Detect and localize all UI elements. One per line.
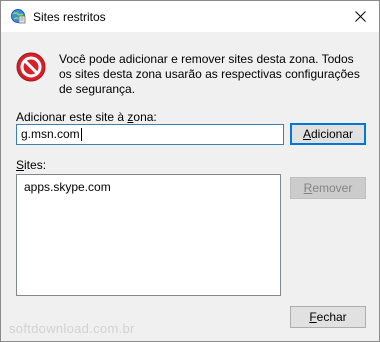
text-caret [80,128,82,142]
sites-label: Sites: [16,158,47,172]
restricted-zone-icon [16,52,46,82]
title-bar: Sites restritos [1,1,379,32]
zone-info-text: Você pode adicionar e remover sites dest… [59,52,360,96]
window-title: Sites restritos [33,10,106,24]
add-site-value: g.msn.com [21,127,80,141]
remove-button[interactable]: Remover [290,177,366,199]
close-window-button[interactable] [349,6,371,26]
close-button[interactable]: Fechar [290,306,366,328]
add-button[interactable]: Adicionar [290,123,366,145]
sites-listbox[interactable]: apps.skype.com [16,174,281,296]
add-site-input[interactable]: g.msn.com [16,124,284,145]
restricted-sites-dialog: Sites restritos Você pode adicionar e re… [0,0,380,342]
dialog-content: Você pode adicionar e remover sites dest… [1,32,379,341]
close-icon [354,10,366,22]
internet-options-icon [11,9,26,24]
watermark: softdownload.com.br [9,321,135,336]
add-site-label: Adicionar este site à zona: [16,110,157,124]
list-item[interactable]: apps.skype.com [24,180,111,194]
